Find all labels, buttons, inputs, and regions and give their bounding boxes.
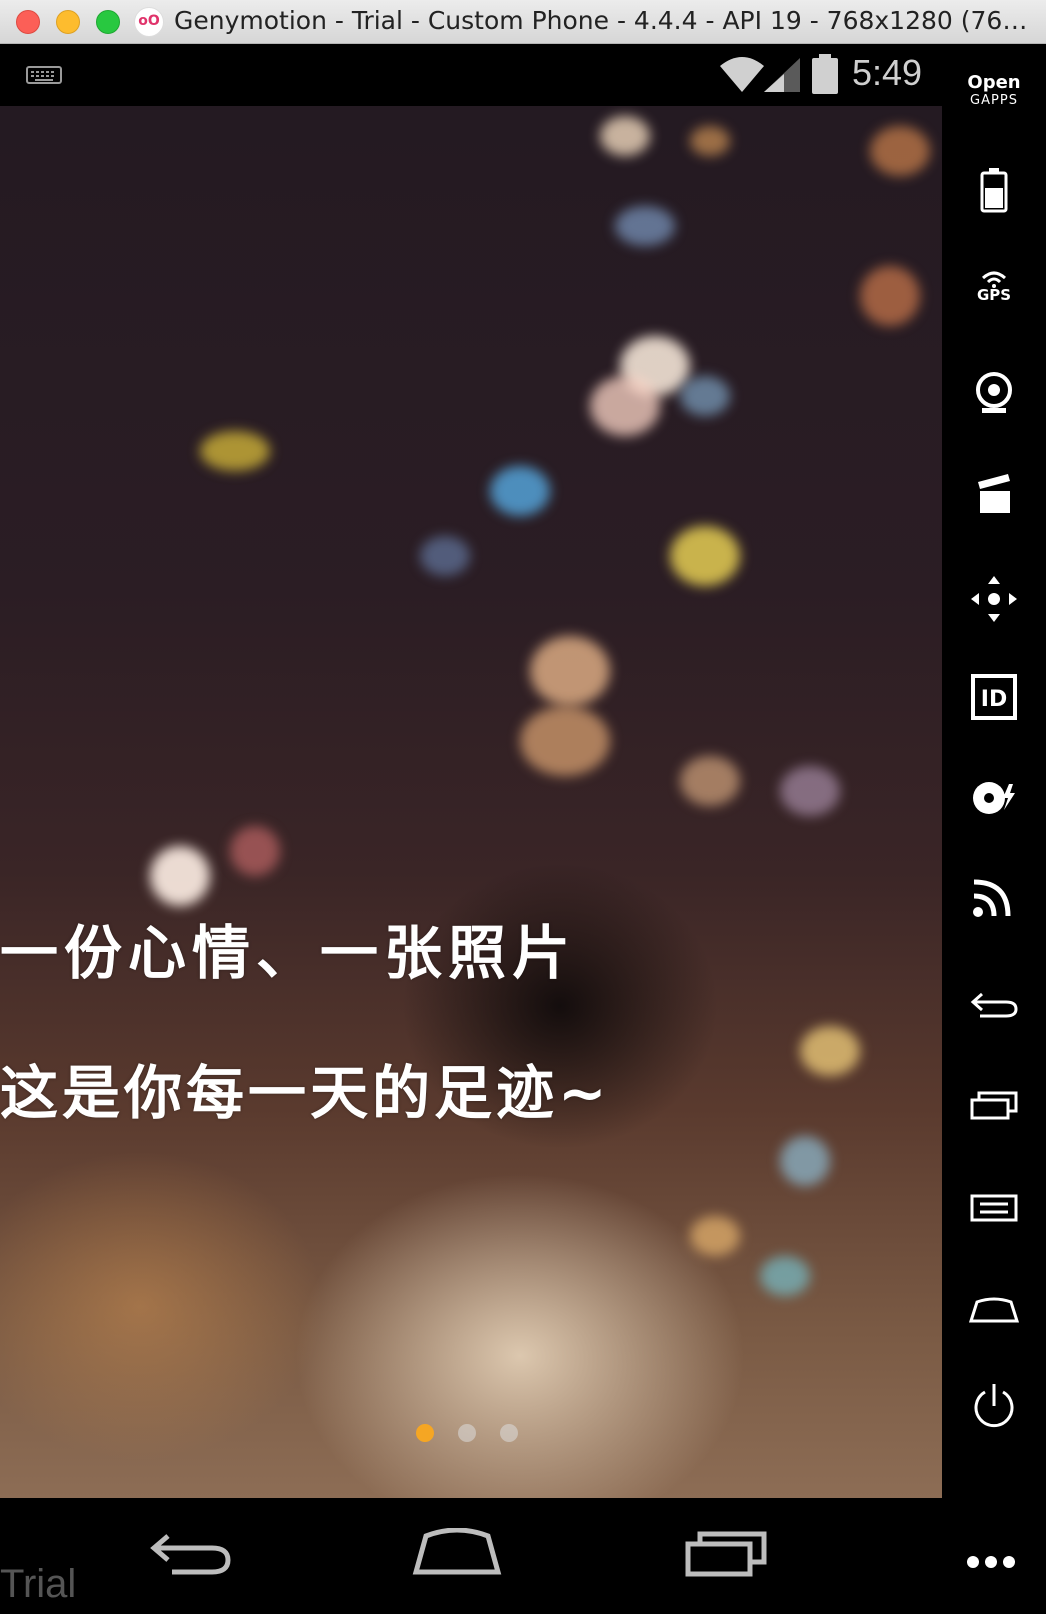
bokeh-light [870,126,930,176]
bokeh-light [780,766,840,816]
page-indicator-dot[interactable] [458,1424,476,1442]
page-indicator-dot[interactable] [500,1424,518,1442]
zoom-window-button[interactable] [96,10,120,34]
media-widget-button[interactable] [942,472,1046,516]
menu-icon [970,1194,1018,1222]
bokeh-light [520,706,610,776]
page-indicator-dot[interactable] [416,1424,434,1442]
open-gapps-label: Open [967,72,1021,93]
banner-headline-line2: 这是你每一天的足迹~ [0,1059,611,1127]
toolbar-power-button[interactable] [942,1382,1046,1430]
genymotion-toolbar: Open GAPPS GPS ID [942,44,1046,1614]
android-status-bar: 5:49 [0,44,942,106]
back-arrow-icon [970,992,1018,1018]
bokeh-light [680,376,730,416]
webcam-icon [976,372,1012,413]
battery-widget-icon [980,168,1008,213]
window-title: Genymotion - Trial - Custom Phone - 4.4.… [174,6,1040,35]
bokeh-light [615,206,675,246]
bokeh-light [690,126,730,156]
bokeh-light [420,536,470,576]
more-options-icon[interactable] [966,1555,1016,1569]
bokeh-light [590,376,660,436]
gps-label: GPS [976,286,1012,304]
home-icon[interactable] [412,1528,502,1578]
home-icon [969,1297,1019,1323]
dpad-widget-button[interactable] [942,574,1046,624]
gps-widget-button[interactable]: GPS [942,270,1046,304]
bokeh-light [780,1136,830,1186]
window-titlebar: oO Genymotion - Trial - Custom Phone - 4… [0,0,1046,44]
id-icon: ID [971,674,1017,720]
disk-io-icon [973,782,1015,814]
toolbar-recent-apps-button[interactable] [942,1090,1046,1120]
genymotion-app-icon: oO [134,7,164,37]
power-icon [974,1384,1014,1428]
bokeh-light [230,826,280,876]
bokeh-light [490,466,550,516]
minimize-window-button[interactable] [56,10,80,34]
cast-widget-button[interactable] [942,874,1046,918]
webcam-widget-button[interactable] [942,370,1046,416]
bokeh-light [690,1216,740,1256]
android-navigation-bar [0,1498,942,1614]
dpad-icon [971,576,1017,622]
status-clock: 5:49 [852,52,923,93]
trial-watermark: Trial [0,1562,77,1606]
cast-icon [973,879,1011,917]
cell-signal-icon [764,58,800,92]
bokeh-light [200,431,270,471]
svg-text:ID: ID [981,687,1007,712]
bokeh-light [530,636,610,706]
bokeh-light [680,756,740,806]
disk-io-widget-button[interactable] [942,778,1046,818]
open-gapps-sublabel: GAPPS [970,93,1018,108]
toolbar-menu-button[interactable] [942,1194,1046,1222]
bokeh-light [150,846,210,906]
identifiers-widget-button[interactable]: ID [942,674,1046,720]
keyboard-icon [26,66,62,84]
wifi-icon [720,57,764,92]
toolbar-home-button[interactable] [942,1296,1046,1324]
recent-apps-icon [970,1091,1018,1120]
splash-banner-image[interactable]: 一份心情、一张照片 这是你每一天的足迹~ [0,106,942,1498]
page-indicator [416,1424,518,1442]
recent-apps-icon[interactable] [684,1528,770,1578]
bokeh-light [860,266,920,326]
bokeh-light [600,116,650,156]
toolbar-back-button[interactable] [942,990,1046,1020]
open-gapps-button[interactable]: Open GAPPS [942,74,1046,110]
close-window-button[interactable] [16,10,40,34]
bokeh-light [670,526,740,586]
clapperboard-icon [978,474,1010,513]
battery-icon [812,54,838,94]
battery-widget-button[interactable] [942,168,1046,214]
banner-headline-line1: 一份心情、一张照片 [0,919,577,987]
back-icon[interactable] [150,1528,234,1578]
bokeh-light [760,1256,810,1296]
